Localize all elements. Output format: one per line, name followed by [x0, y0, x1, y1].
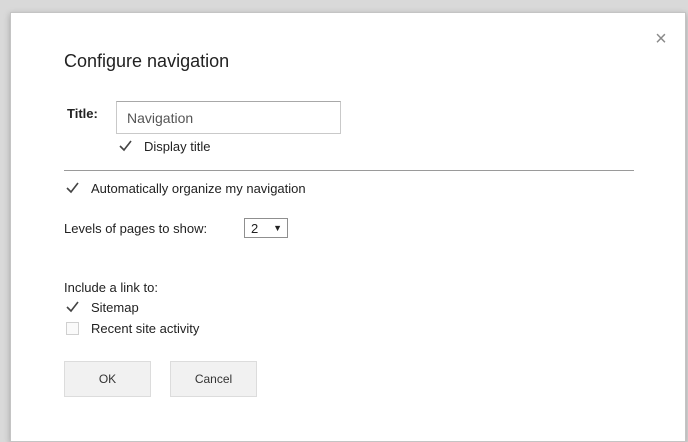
- cancel-button[interactable]: Cancel: [170, 361, 257, 397]
- title-input[interactable]: [116, 101, 341, 134]
- display-title-checkbox-row[interactable]: Display title: [119, 139, 210, 154]
- include-link-heading: Include a link to:: [64, 280, 158, 295]
- checkmark-icon: [66, 182, 79, 194]
- checkmark-icon: [66, 301, 79, 313]
- sitemap-checkbox-row[interactable]: Sitemap: [66, 300, 139, 315]
- ok-button[interactable]: OK: [64, 361, 151, 397]
- close-icon[interactable]: ×: [651, 29, 671, 49]
- dialog-title: Configure navigation: [64, 51, 230, 71]
- sitemap-checkbox[interactable]: [66, 301, 79, 314]
- auto-organize-label: Automatically organize my navigation: [91, 181, 306, 196]
- configure-navigation-dialog: × Configure navigation Title: Display ti…: [10, 12, 686, 442]
- levels-select-value: 2: [251, 220, 259, 236]
- levels-label: Levels of pages to show:: [64, 221, 208, 236]
- levels-select[interactable]: 2 ▼: [244, 218, 288, 238]
- auto-organize-checkbox-row[interactable]: Automatically organize my navigation: [66, 181, 306, 196]
- recent-activity-label: Recent site activity: [91, 321, 200, 336]
- display-title-checkbox[interactable]: [119, 140, 132, 153]
- auto-organize-checkbox[interactable]: [66, 182, 79, 195]
- title-label: Title:: [67, 106, 98, 121]
- checkmark-icon: [119, 140, 132, 152]
- recent-activity-checkbox[interactable]: [66, 322, 79, 335]
- section-divider: [64, 170, 634, 171]
- sitemap-label: Sitemap: [91, 300, 139, 315]
- display-title-label: Display title: [144, 139, 211, 154]
- dropdown-arrow-icon: ▼: [273, 223, 282, 233]
- recent-activity-checkbox-row[interactable]: Recent site activity: [66, 321, 199, 336]
